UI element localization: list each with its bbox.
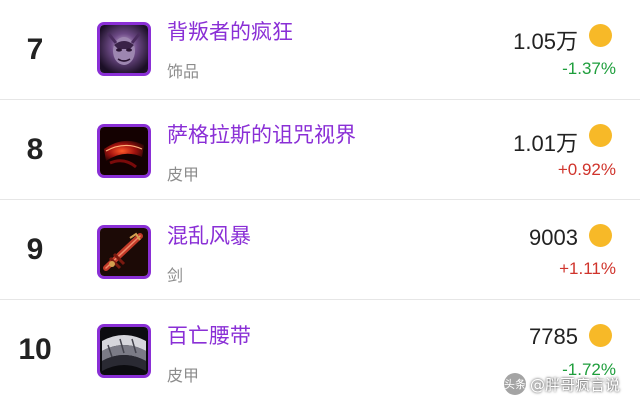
- gold-coin-icon: [589, 324, 612, 347]
- item-price: 1.05万: [513, 29, 578, 54]
- list-item[interactable]: 9 混乱风暴 剑 9003 +1.11%: [0, 200, 640, 300]
- item-name[interactable]: 混乱风暴: [167, 220, 251, 250]
- item-category: 皮甲: [167, 165, 200, 184]
- hundred-deaths-belt-icon[interactable]: [97, 324, 151, 378]
- sargeras-cursed-vision-icon[interactable]: [97, 124, 151, 178]
- rank-number: 8: [26, 132, 44, 166]
- gold-coin-icon: [589, 24, 612, 47]
- watermark: 头条 @胖哥疯言说: [503, 370, 620, 398]
- watermark-text: @胖哥疯言说: [529, 375, 620, 394]
- list-item[interactable]: 8 萨格拉斯的诅咒视界 皮甲 1.01万 +0.92%: [0, 100, 640, 200]
- gold-coin-icon: [589, 124, 612, 147]
- chaos-storm-icon[interactable]: [97, 225, 151, 279]
- price-change: +1.11%: [559, 259, 616, 278]
- item-name[interactable]: 百亡腰带: [167, 320, 251, 350]
- item-category: 皮甲: [167, 366, 200, 385]
- item-category: 饰品: [167, 62, 200, 81]
- list-item[interactable]: 7 背叛者的疯狂 饰品 1.05万 -1.37%: [0, 0, 640, 100]
- rank-number: 10: [18, 333, 52, 366]
- toutiao-logo-icon: 头条: [503, 373, 526, 395]
- betrayer-madness-icon[interactable]: [97, 22, 151, 76]
- item-category: 剑: [167, 266, 184, 285]
- price-change: +0.92%: [557, 160, 616, 179]
- gold-coin-icon: [589, 224, 612, 247]
- rank-number: 9: [26, 232, 44, 266]
- item-name[interactable]: 背叛者的疯狂: [167, 16, 293, 46]
- rank-number: 7: [26, 32, 44, 66]
- ranking-list: 7 背叛者的疯狂 饰品 1.05万 -1.37% 8 萨格拉斯的诅咒视界 皮甲 …: [0, 0, 640, 406]
- item-price: 1.01万: [513, 131, 578, 156]
- price-change: -1.37%: [562, 59, 616, 78]
- item-price: 9003: [529, 225, 578, 250]
- item-price: 7785: [529, 324, 578, 349]
- item-name[interactable]: 萨格拉斯的诅咒视界: [167, 119, 356, 149]
